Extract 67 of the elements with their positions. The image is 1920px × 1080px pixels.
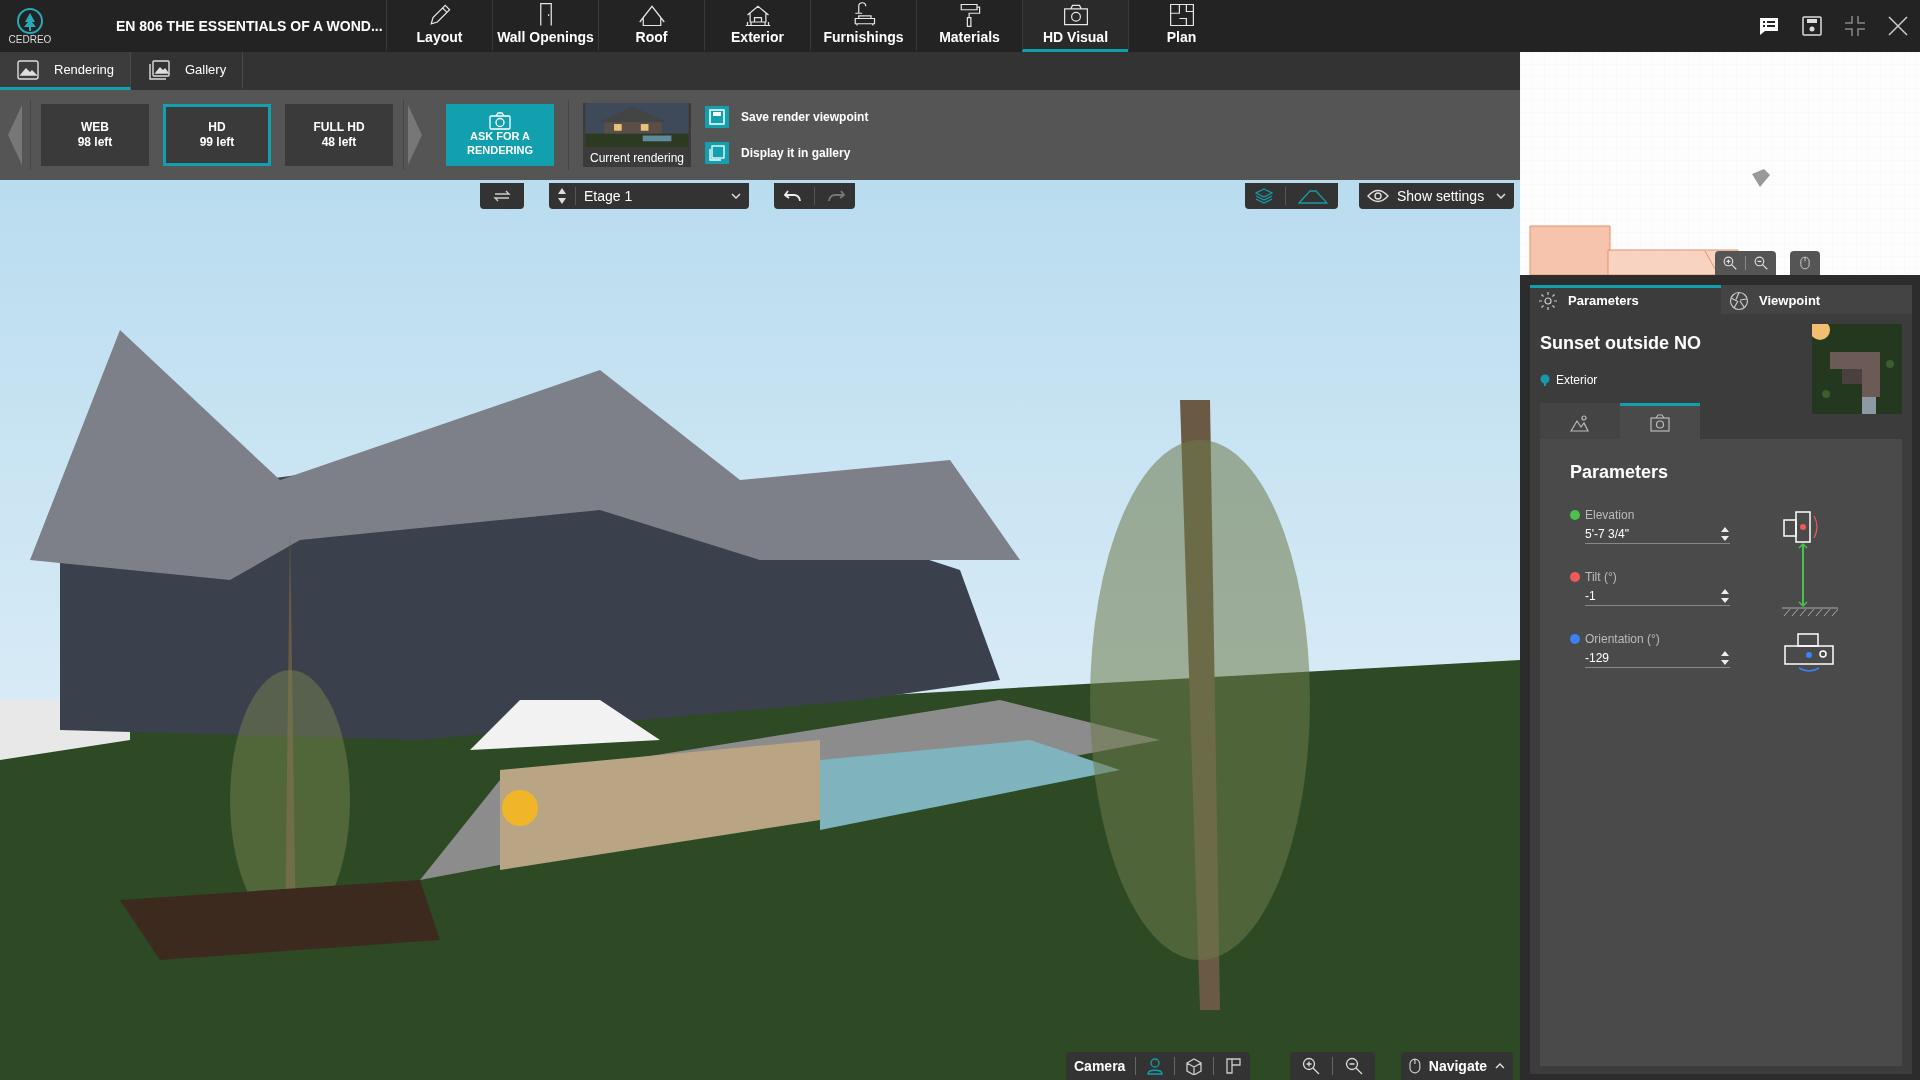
undo-icon[interactable]	[784, 190, 802, 202]
person-icon[interactable]	[1146, 1057, 1165, 1075]
swap-button[interactable]	[480, 183, 524, 209]
preset-title: Sunset outside NO	[1540, 332, 1702, 355]
up-down-icon	[557, 187, 567, 205]
gallery-icon	[705, 142, 729, 164]
eye-icon	[1367, 189, 1389, 203]
field-label: Orientation (°)	[1585, 631, 1660, 648]
floor-dropdown[interactable]: Etage 1	[549, 183, 749, 209]
category-label: Exterior	[1556, 372, 1598, 389]
image-icon	[16, 58, 40, 81]
camera-icon	[489, 112, 511, 131]
feedback-icon[interactable]	[1758, 16, 1780, 36]
panel-subtab[interactable]	[1620, 403, 1700, 439]
chevron-up-icon	[1495, 1063, 1505, 1069]
settings-icon	[1538, 291, 1558, 311]
number-field[interactable]: -1	[1585, 586, 1730, 606]
cube-icon[interactable]	[1185, 1057, 1204, 1075]
redo-icon[interactable]	[827, 190, 845, 202]
logo-icon	[16, 7, 44, 35]
number-field[interactable]: 5'-7 3/4"	[1585, 524, 1730, 544]
save-viewpoint-button[interactable]: Save render viewpoint	[705, 106, 869, 128]
layers-icon[interactable]	[1255, 188, 1273, 204]
floor-plan-icon[interactable]	[1224, 1057, 1243, 1075]
zoom-in-icon[interactable]	[1302, 1057, 1320, 1075]
camera-icon	[1649, 412, 1671, 433]
nav-tab[interactable]: HD Visual	[1022, 0, 1128, 52]
zoom-out-icon[interactable]	[1754, 256, 1768, 270]
floor-plan-map[interactable]	[1520, 52, 1920, 275]
current-rendering-thumbnail[interactable]: Current rendering	[583, 103, 691, 167]
mouse-icon	[1409, 1058, 1421, 1074]
landscape-icon	[1569, 412, 1591, 433]
zoom-in-icon[interactable]	[1723, 256, 1737, 270]
save-icon	[705, 106, 729, 128]
section-title: Parameters	[1570, 461, 1670, 484]
sub-tab[interactable]: Rendering	[0, 52, 131, 90]
chevron-down-icon	[731, 193, 741, 199]
project-title: EN 806 THE ESSENTIALS OF A WOND...	[115, 16, 384, 36]
panel-tab[interactable]: Viewpoint	[1721, 285, 1912, 314]
camera-label: Camera	[1074, 1056, 1126, 1076]
zoom-out-icon[interactable]	[1345, 1057, 1363, 1075]
navigate-button[interactable]: Navigate	[1401, 1052, 1513, 1080]
quality-option[interactable]: WEB 98 left	[41, 104, 149, 166]
mouse-icon[interactable]	[1800, 256, 1810, 270]
field-label: Tilt (°)	[1585, 569, 1617, 586]
number-field[interactable]: -129	[1585, 648, 1730, 668]
close-icon[interactable]	[1888, 16, 1908, 36]
current-rendering-label: Current rendering	[589, 150, 685, 167]
stepper-icon[interactable]	[1720, 587, 1730, 604]
camera-orientation-drawing	[1783, 632, 1837, 674]
quality-option[interactable]: FULL HD 48 left	[285, 104, 393, 166]
collapse-icon[interactable]	[1844, 15, 1866, 37]
roof-icon[interactable]	[1298, 188, 1328, 204]
display-in-gallery-button[interactable]: Display it in gallery	[705, 142, 869, 164]
gallery-icon	[147, 58, 171, 81]
aperture-icon	[1729, 291, 1749, 311]
logo-text: CEDREO	[8, 35, 52, 45]
quality-option[interactable]: HD 99 left	[163, 104, 271, 166]
stepper-icon[interactable]	[1720, 525, 1730, 542]
panel-subtab[interactable]	[1540, 403, 1620, 439]
field-label: Elevation	[1585, 507, 1635, 524]
chevron-down-icon	[1496, 193, 1506, 199]
swap-icon	[493, 189, 511, 203]
show-settings-button[interactable]: Show settings	[1359, 183, 1514, 209]
tree-icon	[1540, 374, 1550, 386]
save-icon[interactable]	[1802, 16, 1822, 36]
stepper-icon[interactable]	[1720, 649, 1730, 666]
